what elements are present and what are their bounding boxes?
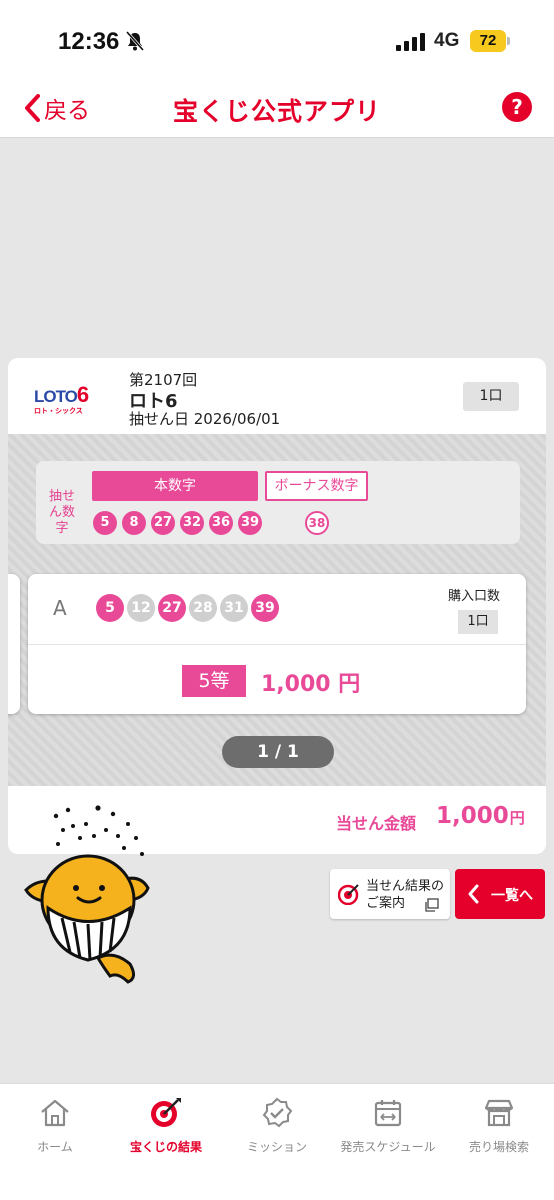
nav-home[interactable]: ホーム <box>0 1096 110 1155</box>
winning-ball: 36 <box>209 511 233 535</box>
total-prize-label: 当せん金額 <box>336 814 417 833</box>
purchase-units-badge: 1口 <box>458 610 498 634</box>
card-header: LOTO6 ロト・シックス 第2107回 ロト6 抽せん日 2026/06/01… <box>8 358 546 434</box>
list-button-label: 一覧へ <box>491 888 533 904</box>
purchase-units-label: 購入口数 <box>448 589 501 604</box>
ticket-card: A 5 12 27 28 31 39 購入口数 1口 5等 1,000 円 <box>28 574 526 714</box>
target-icon <box>151 1098 181 1127</box>
divider <box>28 644 526 645</box>
check-badge-icon <box>262 1097 293 1128</box>
app-header: 戻る 宝くじ公式アプリ ? <box>0 80 554 138</box>
back-to-list-button[interactable]: 一覧へ <box>455 869 545 919</box>
winning-numbers-panel: 抽せん数字 本数字 ボーナス数字 5 8 27 32 36 39 38 <box>36 461 520 544</box>
ticket-numbers: 5 12 27 28 31 39 <box>96 594 279 622</box>
bell-mute-icon <box>125 31 145 51</box>
ticket-ball: 27 <box>158 594 186 622</box>
help-icon[interactable]: ? <box>502 92 532 122</box>
draw-date: 抽せん日 2026/06/01 <box>129 410 281 428</box>
ticket-id: A <box>53 596 67 620</box>
previous-ticket-peek[interactable] <box>8 574 20 714</box>
chevron-left-icon <box>468 884 479 904</box>
nav-label: ミッション <box>246 1140 307 1154</box>
nav-schedule[interactable]: 発売スケジュール <box>333 1096 443 1155</box>
nav-results[interactable]: 宝くじの結果 <box>111 1096 221 1155</box>
loto6-logo: LOTO6 ロト・シックス <box>34 382 89 415</box>
network-type: 4G <box>434 30 460 51</box>
winning-ball: 32 <box>180 511 204 535</box>
result-body: 抽せん数字 本数字 ボーナス数字 5 8 27 32 36 39 38 A 5 … <box>8 434 546 786</box>
winning-ball: 8 <box>122 511 146 535</box>
ticket-ball: 5 <box>96 594 124 622</box>
prize-amount: 1,000 円 <box>261 672 361 697</box>
status-bar: 12:36 4G 72 <box>0 0 554 80</box>
page-title: 宝くじ公式アプリ <box>172 97 381 126</box>
external-window-icon <box>425 898 439 912</box>
ticket-ball: 31 <box>220 594 248 622</box>
home-icon <box>41 1099 69 1127</box>
nav-label: 売り場検索 <box>468 1140 529 1154</box>
winning-ball: 5 <box>93 511 117 535</box>
winning-label: 抽せん数字 <box>48 489 75 536</box>
ticket-ball: 12 <box>127 594 155 622</box>
result-card: LOTO6 ロト・シックス 第2107回 ロト6 抽せん日 2026/06/01… <box>8 358 546 854</box>
nav-label: 発売スケジュール <box>340 1140 436 1154</box>
main-numbers-tag: 本数字 <box>92 471 258 501</box>
bonus-number-tag: ボーナス数字 <box>265 471 368 501</box>
battery-tip <box>507 37 510 45</box>
nav-label: 宝くじの結果 <box>129 1140 202 1154</box>
nav-label: ホーム <box>37 1140 73 1154</box>
status-time: 12:36 <box>58 28 120 55</box>
bottom-navigation: ホーム 宝くじの結果 ミッション 発売スケジュール 売り場検索 <box>0 1083 554 1200</box>
battery-icon: 72 <box>470 30 506 52</box>
ticket-ball: 39 <box>251 594 279 622</box>
shop-icon <box>484 1099 514 1127</box>
total-prize-value: 1,000円 <box>436 803 525 829</box>
nav-shop-search[interactable]: 売り場検索 <box>444 1096 554 1155</box>
main-numbers: 5 8 27 32 36 39 <box>93 511 262 535</box>
winning-ball: 39 <box>238 511 262 535</box>
units-badge: 1口 <box>463 382 519 411</box>
ticket-ball: 28 <box>189 594 217 622</box>
signal-icon <box>396 33 425 51</box>
prize-rank-badge: 5等 <box>182 665 246 697</box>
calendar-icon <box>374 1100 402 1127</box>
pagination-indicator: 1 / 1 <box>222 736 334 768</box>
bonus-ball: 38 <box>305 511 329 535</box>
winning-guide-button[interactable]: 当せん結果の ご案内 <box>330 869 450 919</box>
target-icon <box>338 884 359 905</box>
winning-ball: 27 <box>151 511 175 535</box>
nav-mission[interactable]: ミッション <box>222 1096 332 1155</box>
whale-mascot <box>24 805 150 984</box>
